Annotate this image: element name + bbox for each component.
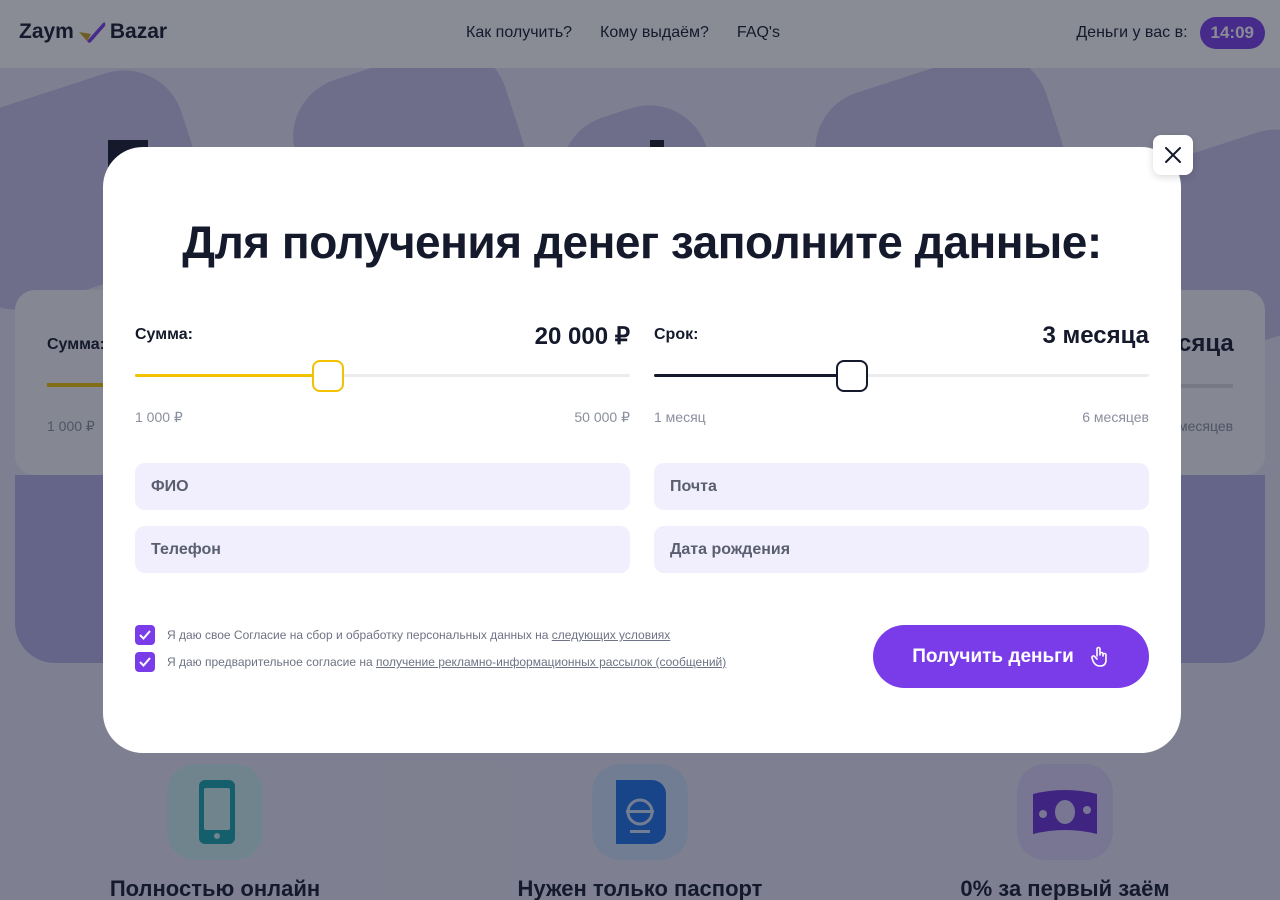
term-slider-fill	[654, 374, 852, 377]
modal-title: Для получения денег заполните данные:	[182, 216, 1102, 268]
full-name-field[interactable]	[135, 463, 630, 510]
check-icon	[139, 630, 151, 640]
birthdate-field[interactable]	[654, 526, 1149, 573]
consent-mailing-link[interactable]: получение рекламно-информационных рассыл…	[376, 655, 726, 669]
term-slider-track[interactable]	[654, 374, 1149, 377]
term-max: 6 месяцев	[1082, 409, 1149, 425]
consent-personal-data-checkbox[interactable]	[135, 625, 155, 645]
amount-slider-thumb[interactable]	[312, 360, 344, 392]
consent-personal-data-text: Я даю свое Согласие на сбор и обработку …	[167, 628, 671, 642]
consent-terms-link[interactable]: следующих условиях	[552, 628, 671, 642]
amount-slider-track[interactable]	[135, 374, 630, 377]
close-icon	[1165, 147, 1181, 163]
close-modal-button[interactable]	[1153, 135, 1193, 175]
check-icon	[139, 657, 151, 667]
consent-advertising-text: Я даю предварительное согласие на получе…	[167, 655, 727, 669]
term-value: 3 месяца	[1042, 322, 1149, 349]
consent-advertising-checkbox[interactable]	[135, 652, 155, 672]
term-label: Срок:	[654, 326, 699, 343]
hand-pointer-icon	[1090, 646, 1107, 667]
amount-min: 1 000 ₽	[135, 409, 183, 425]
amount-slider-fill	[135, 374, 328, 377]
term-min: 1 месяц	[654, 409, 706, 425]
amount-value: 20 000 ₽	[534, 323, 630, 350]
loan-application-modal: Для получения денег заполните данные: Су…	[103, 147, 1181, 753]
term-slider-thumb[interactable]	[836, 360, 868, 392]
email-field[interactable]	[654, 463, 1149, 510]
amount-max: 50 000 ₽	[574, 409, 630, 425]
phone-field[interactable]	[135, 526, 630, 573]
amount-label: Сумма:	[135, 326, 193, 343]
get-money-button[interactable]: Получить деньги	[873, 625, 1149, 688]
get-money-label: Получить деньги	[912, 645, 1074, 667]
consent-advertising: Я даю предварительное согласие на получе…	[135, 652, 726, 672]
consent-personal-data: Я даю свое Согласие на сбор и обработку …	[135, 625, 670, 645]
